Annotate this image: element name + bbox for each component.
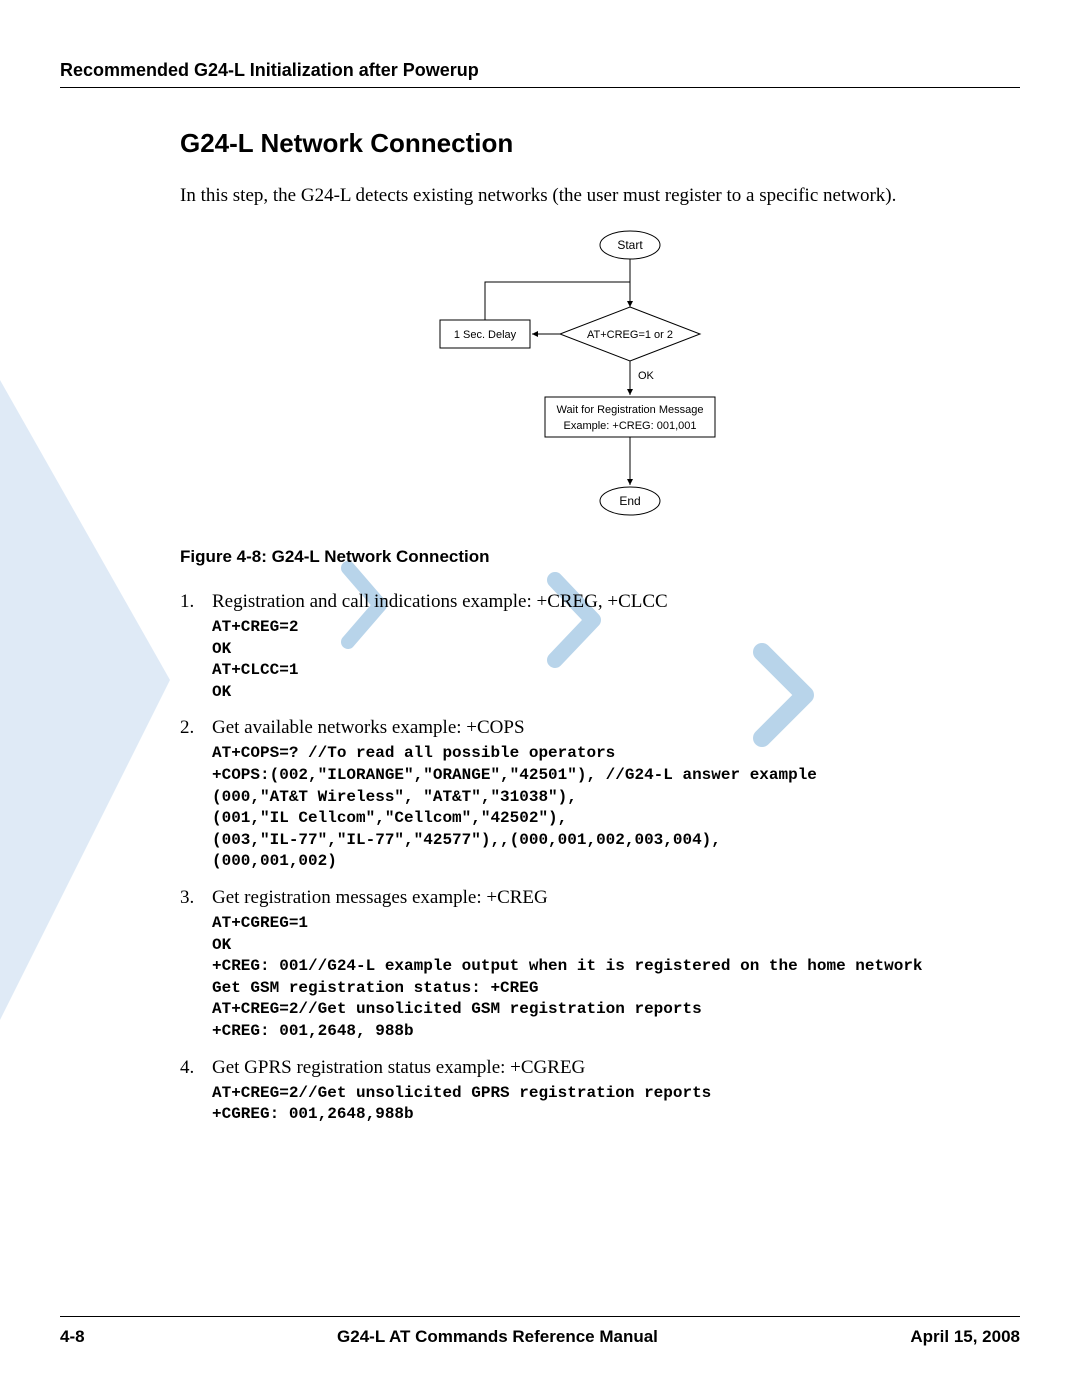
step-title: Get registration messages example: +CREG	[212, 887, 1000, 909]
list-item: Registration and call indications exampl…	[180, 591, 1000, 703]
step-title: Get GPRS registration status example: +C…	[212, 1057, 1000, 1079]
list-item: Get available networks example: +COPS AT…	[180, 717, 1000, 873]
section-intro: In this step, the G24-L detects existing…	[180, 185, 1000, 207]
bg-triangle-left	[0, 380, 180, 1030]
flowchart-wait-line1: Wait for Registration Message	[557, 404, 704, 416]
list-item: Get GPRS registration status example: +C…	[180, 1057, 1000, 1126]
step-code: AT+CREG=2 OK AT+CLCC=1 OK	[212, 617, 1000, 703]
footer-manual-title: G24-L AT Commands Reference Manual	[85, 1327, 911, 1347]
step-code: AT+COPS=? //To read all possible operato…	[212, 743, 1000, 873]
page-footer: 4-8 G24-L AT Commands Reference Manual A…	[60, 1316, 1020, 1347]
steps-list: Registration and call indications exampl…	[180, 591, 1000, 1126]
footer-date: April 15, 2008	[910, 1327, 1020, 1347]
flowchart-ok-label: OK	[638, 370, 655, 382]
header-divider	[60, 87, 1020, 88]
figure-caption: Figure 4-8: G24-L Network Connection	[180, 547, 1000, 567]
flowchart-start: Start	[617, 238, 643, 252]
step-title: Registration and call indications exampl…	[212, 591, 1000, 613]
step-code: AT+CGREG=1 OK +CREG: 001//G24-L example …	[212, 913, 1000, 1043]
footer-page-number: 4-8	[60, 1327, 85, 1347]
section-heading: G24-L Network Connection	[180, 128, 1000, 159]
flowchart-diagram: Start AT+CREG=1 or 2 1 Sec. Delay OK Wai…	[380, 227, 800, 537]
flowchart-wait-line2: Example: +CREG: 001,001	[564, 420, 697, 432]
step-code: AT+CREG=2//Get unsolicited GPRS registra…	[212, 1083, 1000, 1126]
list-item: Get registration messages example: +CREG…	[180, 887, 1000, 1043]
flowchart-decision: AT+CREG=1 or 2	[587, 329, 673, 341]
flowchart-end: End	[619, 494, 640, 508]
flowchart-delay: 1 Sec. Delay	[454, 329, 517, 341]
running-header: Recommended G24-L Initialization after P…	[60, 60, 1020, 81]
step-title: Get available networks example: +COPS	[212, 717, 1000, 739]
